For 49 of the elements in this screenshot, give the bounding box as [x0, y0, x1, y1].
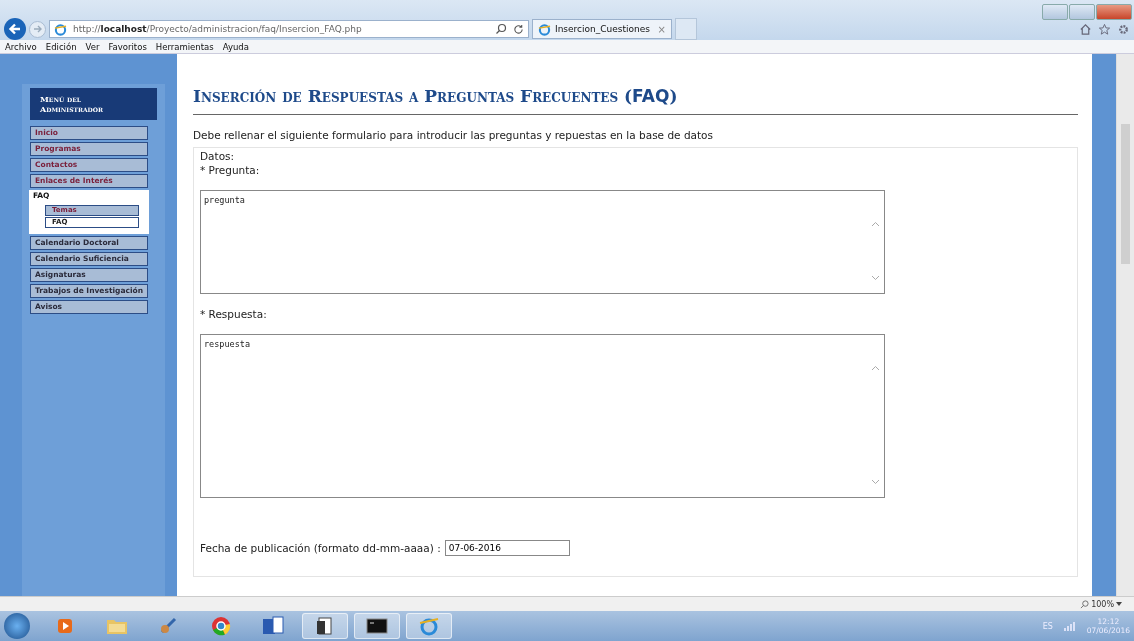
page-title: Inserción de Respuestas a Preguntas Frecuentes (FAQ)	[193, 86, 679, 106]
back-arrow-icon	[7, 21, 23, 37]
network-icon[interactable]	[1062, 620, 1077, 632]
vertical-scrollbar[interactable]	[1116, 54, 1134, 596]
terminal-icon[interactable]	[354, 613, 400, 639]
star-icon[interactable]	[1098, 22, 1111, 36]
search-icon[interactable]	[495, 23, 507, 35]
scroll-down-icon[interactable]	[871, 479, 880, 485]
new-tab-button[interactable]	[675, 18, 697, 40]
home-icon[interactable]	[1079, 22, 1092, 36]
intro-text: Debe rellenar el siguiente formulario para introducir las preguntas y repuestas en la base de datos	[193, 129, 714, 141]
forward-button[interactable]	[29, 20, 46, 38]
field-label: * Pregunta:	[200, 164, 260, 176]
settings-icon[interactable]	[1117, 22, 1130, 36]
forward-arrow-icon	[31, 23, 44, 35]
browser-logo-icon	[54, 22, 67, 36]
start-button[interactable]	[4, 613, 30, 639]
scroll-up-icon[interactable]	[871, 365, 880, 371]
menu-item[interactable]: Ayuda	[222, 41, 249, 52]
text-area-value: respuesta	[204, 339, 251, 349]
close-button[interactable]	[1096, 4, 1132, 20]
text-area-value: pregunta	[204, 195, 245, 205]
scroll-down-icon[interactable]	[871, 275, 880, 281]
minimize-button[interactable]	[1042, 4, 1068, 20]
menu-item[interactable]: Archivo	[5, 41, 37, 52]
menu-item[interactable]: Edición	[45, 41, 77, 52]
zoom-icon	[1080, 599, 1090, 609]
maximize-button[interactable]	[1069, 4, 1095, 20]
back-button[interactable]	[4, 18, 26, 40]
browser-logo-icon	[538, 22, 551, 36]
url-text: http://localhost/Proyecto/administracion/faq/Insercion_FAQ.php	[73, 24, 363, 34]
dropdown-caret-icon[interactable]	[1116, 602, 1122, 606]
scroll-up-icon[interactable]	[871, 221, 880, 227]
fieldset-legend: Datos:	[200, 150, 235, 162]
menu-item[interactable]: Favoritos	[108, 41, 147, 52]
tab-title: Insercion_Cuestiones	[555, 24, 651, 34]
date-label: Fecha de publicación (formato dd-mm-aaaa) :	[200, 542, 441, 554]
menu-item[interactable]: Herramientas	[155, 41, 214, 52]
menu-item[interactable]: Ver	[85, 41, 100, 52]
sidebar-title: Menú del Administrador	[30, 88, 157, 120]
browser-tab[interactable]: Insercion_Cuestiones ×	[532, 19, 672, 39]
field-label: * Respuesta:	[200, 308, 267, 320]
address-bar[interactable]: http://localhost/Proyecto/administracion/faq/Insercion_FAQ.php	[49, 20, 529, 38]
zoom-level[interactable]: 100%	[1080, 599, 1122, 609]
date-field[interactable]: 07-06-2016	[444, 540, 570, 556]
text-area[interactable]: pregunta	[200, 190, 885, 294]
text-area[interactable]: respuesta	[200, 334, 885, 498]
refresh-icon[interactable]	[513, 23, 524, 35]
document-stack-icon[interactable]	[302, 613, 348, 639]
